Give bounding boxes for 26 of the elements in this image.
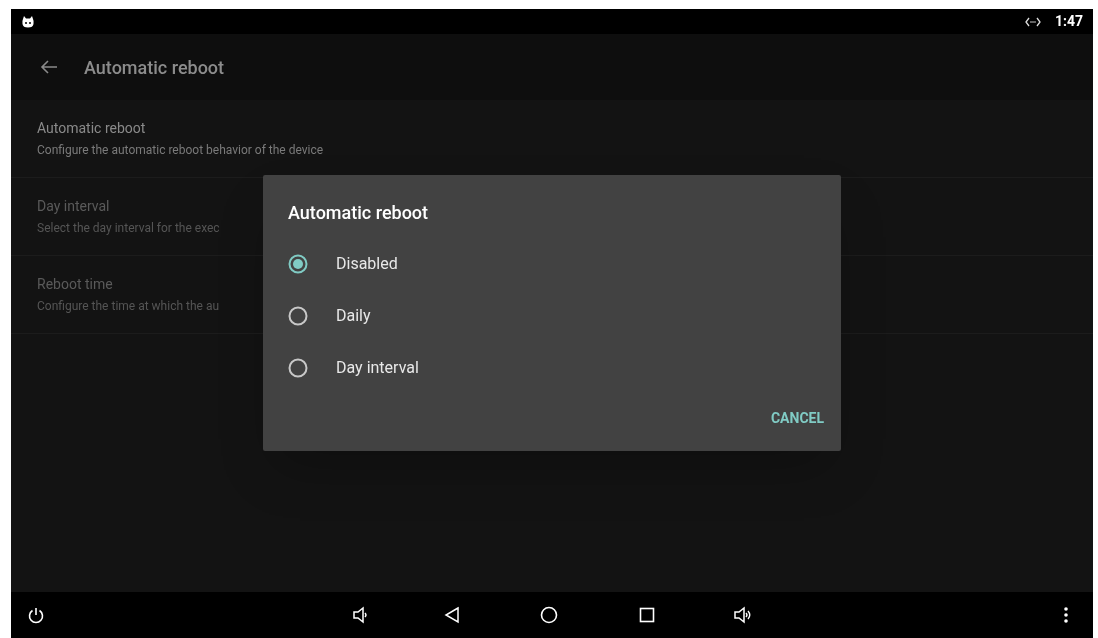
radio-button[interactable] <box>288 306 308 326</box>
toolbar-title: Automatic reboot <box>84 55 225 80</box>
back-arrow-icon[interactable] <box>40 59 58 75</box>
power-icon[interactable] <box>27 606 45 624</box>
option-label[interactable]: Day interval <box>336 356 419 380</box>
cancel-button[interactable]: CANCEL <box>762 402 832 435</box>
radio-button[interactable] <box>288 254 308 274</box>
more-options-icon[interactable] <box>1063 606 1069 624</box>
back-icon[interactable] <box>444 606 460 624</box>
preference-summary: Select the day interval for the exec <box>37 220 220 237</box>
volume-down-icon[interactable] <box>352 606 370 624</box>
dialog-title: Automatic reboot <box>288 201 429 225</box>
preference-title: Reboot time <box>37 275 113 294</box>
preference-summary: Configure the time at which the au <box>37 298 220 315</box>
android-icon <box>21 14 35 29</box>
option-label[interactable]: Daily <box>336 304 371 328</box>
ethernet-icon <box>1024 16 1041 27</box>
preference-summary: Configure the automatic reboot behavior of the device <box>37 142 324 159</box>
preference-title: Automatic reboot <box>37 119 146 138</box>
option-label[interactable]: Disabled <box>336 252 398 276</box>
radio-button[interactable] <box>288 358 308 378</box>
volume-up-icon[interactable] <box>733 606 753 624</box>
preference-title: Day interval <box>37 197 110 216</box>
clock-time: 1:47 <box>1054 12 1083 31</box>
home-icon[interactable] <box>540 606 558 624</box>
recents-icon[interactable] <box>639 607 655 623</box>
